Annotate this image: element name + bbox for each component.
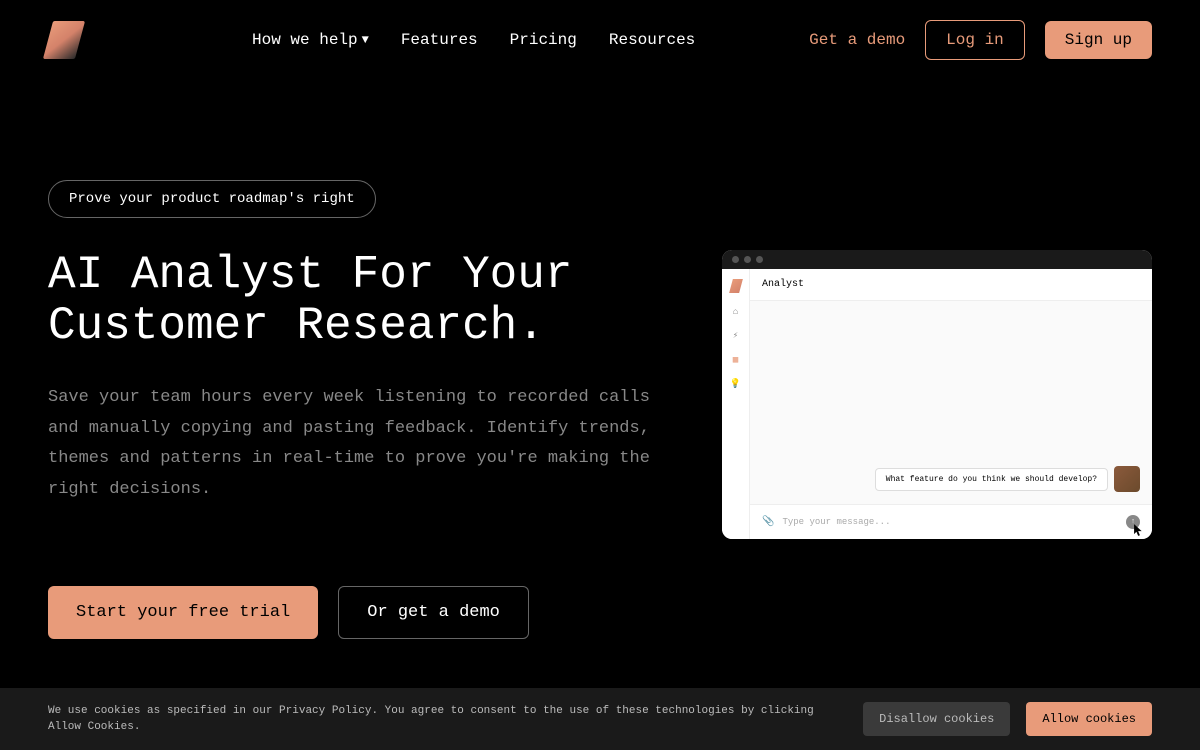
get-demo-button[interactable]: Or get a demo (338, 586, 529, 639)
message-input-row: 📎 Type your message... ↑ (750, 504, 1152, 539)
nav-pricing[interactable]: Pricing (510, 31, 577, 49)
nav-features[interactable]: Features (401, 31, 478, 49)
cursor-icon (1130, 523, 1144, 537)
app-title: Analyst (750, 269, 1152, 301)
window-dot-icon (744, 256, 751, 263)
nav-links: How we help ▼ Features Pricing Resources (252, 31, 695, 49)
hero-preview: ⌂ ⚡ ▦ 💡 Analyst What feature do you thin… (722, 180, 1152, 639)
hero-section: Prove your product roadmap's right AI An… (0, 80, 1200, 679)
logo-icon[interactable] (43, 21, 85, 59)
app-preview-window: ⌂ ⚡ ▦ 💡 Analyst What feature do you thin… (722, 250, 1152, 539)
user-avatar (1114, 466, 1140, 492)
app-main: Analyst What feature do you think we sho… (750, 269, 1152, 539)
window-dot-icon (756, 256, 763, 263)
chat-area: What feature do you think we should deve… (750, 301, 1152, 504)
subheadline: Save your team hours every week listenin… (48, 383, 662, 505)
cta-row: Start your free trial Or get a demo (48, 586, 662, 639)
nav-how-we-help-label: How we help (252, 31, 358, 49)
chat-message: What feature do you think we should deve… (875, 466, 1140, 492)
grid-icon[interactable]: ▦ (731, 355, 741, 365)
cookie-text: We use cookies as specified in our Priva… (48, 703, 847, 736)
app-logo-icon (729, 279, 743, 293)
app-body: ⌂ ⚡ ▦ 💡 Analyst What feature do you thin… (722, 269, 1152, 539)
message-input[interactable]: Type your message... (782, 517, 1118, 527)
top-nav: How we help ▼ Features Pricing Resources… (0, 0, 1200, 80)
disallow-cookies-button[interactable]: Disallow cookies (863, 702, 1010, 736)
bulb-icon[interactable]: 💡 (731, 379, 741, 389)
signup-button[interactable]: Sign up (1045, 21, 1152, 59)
nav-resources[interactable]: Resources (609, 31, 695, 49)
allow-cookies-button[interactable]: Allow cookies (1026, 702, 1152, 736)
app-sidebar: ⌂ ⚡ ▦ 💡 (722, 269, 750, 539)
get-demo-link[interactable]: Get a demo (809, 31, 905, 49)
message-bubble: What feature do you think we should deve… (875, 468, 1108, 491)
home-icon[interactable]: ⌂ (731, 307, 741, 317)
hero-content: Prove your product roadmap's right AI An… (48, 180, 662, 639)
nav-how-we-help[interactable]: How we help ▼ (252, 31, 369, 49)
browser-titlebar (722, 250, 1152, 269)
start-trial-button[interactable]: Start your free trial (48, 586, 318, 639)
chevron-down-icon: ▼ (362, 33, 369, 47)
cookie-banner: We use cookies as specified in our Priva… (0, 688, 1200, 750)
pill-badge: Prove your product roadmap's right (48, 180, 376, 218)
login-button[interactable]: Log in (925, 20, 1025, 60)
window-dot-icon (732, 256, 739, 263)
nav-actions: Get a demo Log in Sign up (809, 20, 1152, 60)
attachment-icon[interactable]: 📎 (762, 516, 774, 528)
headline: AI Analyst For Your Customer Research. (48, 250, 662, 351)
bolt-icon[interactable]: ⚡ (731, 331, 741, 341)
